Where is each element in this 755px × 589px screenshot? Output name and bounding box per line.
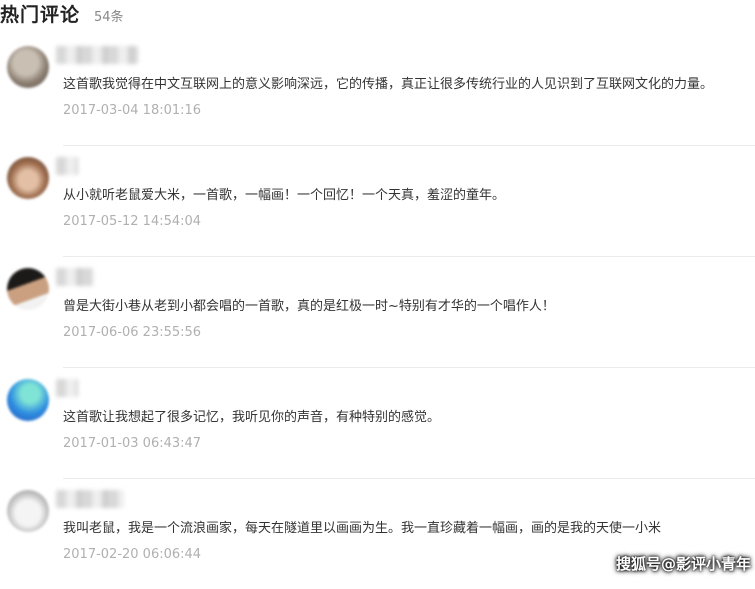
username-blurred[interactable] <box>56 490 124 508</box>
section-title: 热门评论 <box>0 4 81 26</box>
comment-time: 2017-01-03 06:43:47 <box>63 436 202 451</box>
comment-item: 曾是大街小巷从老到小都会唱的一首歌，真的是红极一时~特别有才华的一个唱作人！ 2… <box>0 256 755 367</box>
comment-count: 54条 <box>94 10 124 25</box>
comments-header: 热门评论 54条 <box>0 0 124 28</box>
comment-time: 2017-02-20 06:06:44 <box>63 547 202 562</box>
username-blurred[interactable] <box>56 46 138 64</box>
comment-time: 2017-06-06 23:55:56 <box>63 325 202 340</box>
comment-list: 这首歌我觉得在中文互联网上的意义影响深远，它的传播，真正让很多传统行业的人见识到… <box>0 34 755 589</box>
comment-text: 曾是大街小巷从老到小都会唱的一首歌，真的是红极一时~特别有才华的一个唱作人！ <box>63 299 555 314</box>
comment-text: 这首歌我觉得在中文互联网上的意义影响深远，它的传播，真正让很多传统行业的人见识到… <box>63 77 714 92</box>
source-watermark: 搜狐号@影评小青年 <box>615 555 751 573</box>
comment-item: 从小就听老鼠爱大米，一首歌，一幅画！一个回忆！一个天真，羞涩的童年。 2017-… <box>0 145 755 256</box>
username-blurred[interactable] <box>56 268 94 286</box>
comment-text: 这首歌让我想起了很多记忆，我听见你的声音，有种特别的感觉。 <box>63 410 441 425</box>
comment-text: 从小就听老鼠爱大米，一首歌，一幅画！一个回忆！一个天真，羞涩的童年。 <box>63 188 506 203</box>
user-avatar-blurred-icon[interactable] <box>7 490 49 532</box>
user-avatar-blurred-icon[interactable] <box>7 157 49 199</box>
comment-time: 2017-03-04 18:01:16 <box>63 103 202 118</box>
comment-text: 我叫老鼠，我是一个流浪画家，每天在隧道里以画画为生。我一直珍藏着一幅画，画的是我… <box>63 521 662 536</box>
user-avatar-blurred-icon[interactable] <box>7 46 49 88</box>
comment-item: 这首歌让我想起了很多记忆，我听见你的声音，有种特别的感觉。 2017-01-03… <box>0 367 755 478</box>
user-avatar-blurred-icon[interactable] <box>7 268 49 310</box>
user-avatar-blurred-icon[interactable] <box>7 379 49 421</box>
username-blurred[interactable] <box>56 379 78 397</box>
username-blurred[interactable] <box>56 157 78 175</box>
comment-time: 2017-05-12 14:54:04 <box>63 214 202 229</box>
comment-item: 这首歌我觉得在中文互联网上的意义影响深远，它的传播，真正让很多传统行业的人见识到… <box>0 34 755 145</box>
